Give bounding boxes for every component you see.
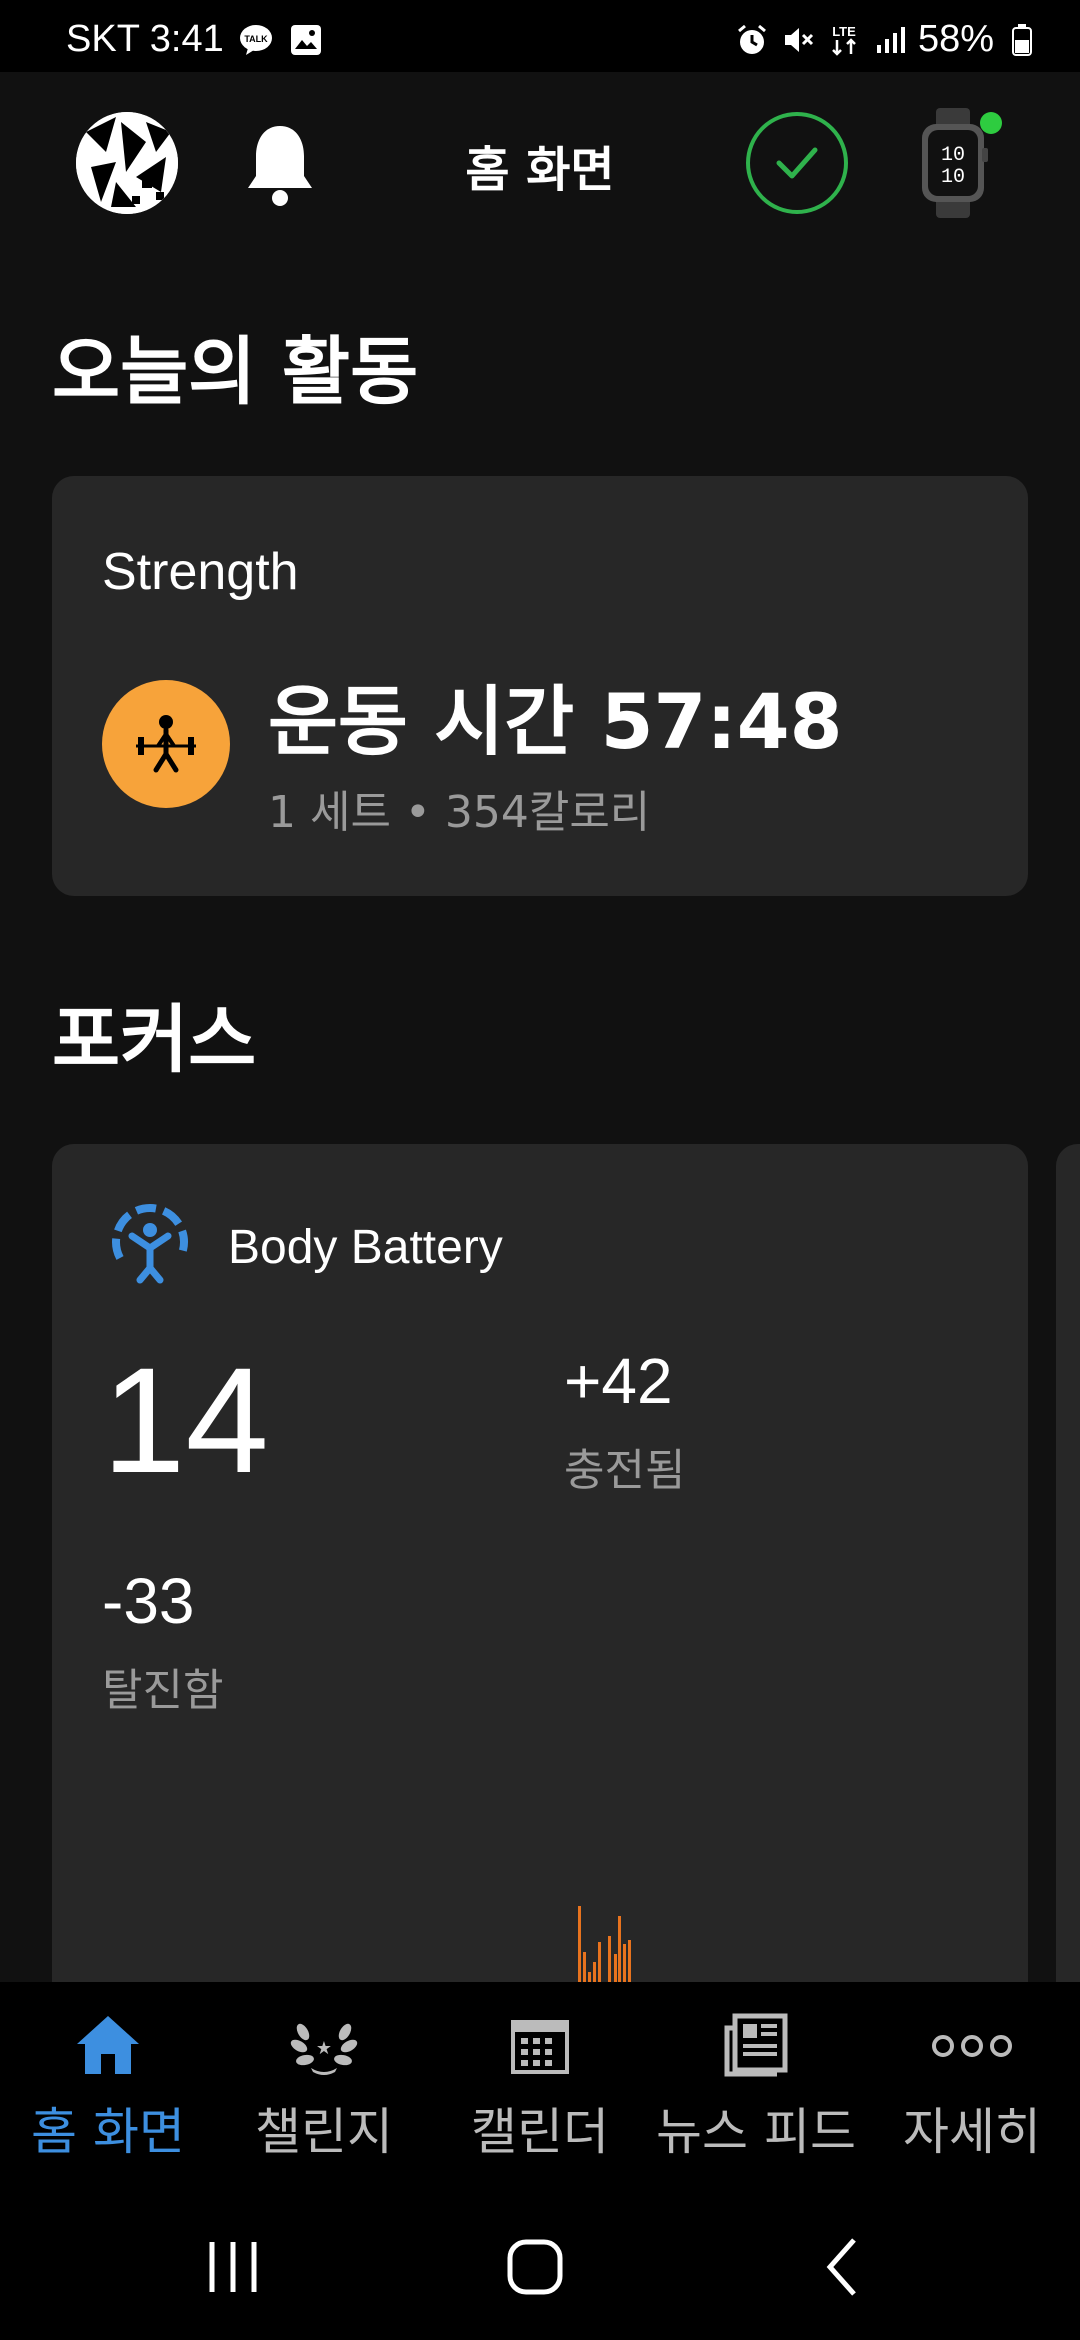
nav-more[interactable]: 자세히 [864,1982,1080,2182]
bottom-nav: 홈 화면 ★ 챌린지 캘린더 뉴스 피드 자세히 [0,1982,1080,2182]
gallery-icon [288,22,324,58]
back-button[interactable] [808,2232,878,2302]
signal-icon [872,22,908,58]
nav-calendar-label: 캘린더 [471,2103,609,2161]
nav-challenges-label: 챌린지 [255,2103,393,2161]
connected-status-dot [980,112,1002,134]
mute-icon [780,22,816,58]
app-header: 홈 화면 10 10 [0,72,1080,252]
nav-newsfeed-label: 뉴스 피드 [656,2103,856,2161]
system-nav [0,2182,1080,2340]
body-battery-chart [52,1844,1028,1982]
nav-more-label: 자세히 [903,2103,1041,2161]
home-button[interactable] [500,2232,570,2302]
charged-label: 충전됨 [564,1445,686,1496]
drained-label: 탈진함 [102,1665,224,1716]
svg-text:10: 10 [941,166,965,189]
status-left: SKT 3:41 TALK [66,18,324,61]
status-bar: SKT 3:41 TALK LTE 58% [0,0,1080,72]
alarm-icon [734,22,770,58]
drained-value: -33 [102,1565,195,1637]
svg-text:TALK: TALK [244,34,268,44]
body-battery-level: 14 [102,1336,269,1504]
focus-section-title: 포커스 [52,997,257,1083]
recents-button[interactable] [198,2232,268,2302]
sync-check-icon[interactable] [746,112,848,214]
activity-section-title: 오늘의 활동 [52,329,419,415]
watch-icon[interactable]: 10 10 [918,108,988,218]
status-right: LTE 58% [734,18,1040,61]
battery-percent: 58% [917,18,994,60]
body-battery-title: Body Battery [228,1221,503,1274]
activity-type: Strength [102,543,299,601]
laurel-icon: ★ [289,2010,359,2080]
nav-newsfeed[interactable]: 뉴스 피드 [648,1982,864,2182]
body-battery-icon [106,1200,194,1288]
lte-icon: LTE [826,22,862,58]
battery-icon [1004,22,1040,58]
next-focus-card[interactable] [1056,1144,1080,1982]
more-icon [929,2010,1015,2080]
calendar-icon [505,2010,575,2080]
nav-calendar[interactable]: 캘린더 [432,1982,648,2182]
activity-duration: 운동 시간 57:48 [268,677,843,766]
nav-challenges[interactable]: ★ 챌린지 [216,1982,432,2182]
nav-home-label: 홈 화면 [31,2103,185,2161]
network-label: LTE [832,24,856,39]
svg-text:★: ★ [316,2038,332,2058]
svg-text:10: 10 [941,144,965,167]
activity-card[interactable]: Strength 운동 시간 57:48 1 세트 • 354칼로리 [52,476,1028,896]
talk-icon: TALK [238,22,274,58]
body-battery-card[interactable]: Body Battery 14 +42 충전됨 -33 탈진함 [52,1144,1028,1982]
nav-home[interactable]: 홈 화면 [0,1982,216,2182]
status-time: SKT 3:41 [66,18,224,60]
main-content: 오늘의 활동 Strength 운동 시간 57:48 1 세트 • 354칼로… [0,252,1080,1982]
charged-value: +42 [564,1345,673,1417]
home-icon [73,2010,143,2080]
weightlifting-icon [102,680,230,808]
activity-summary: 1 세트 • 354칼로리 [268,787,651,838]
newspaper-icon [721,2010,791,2080]
